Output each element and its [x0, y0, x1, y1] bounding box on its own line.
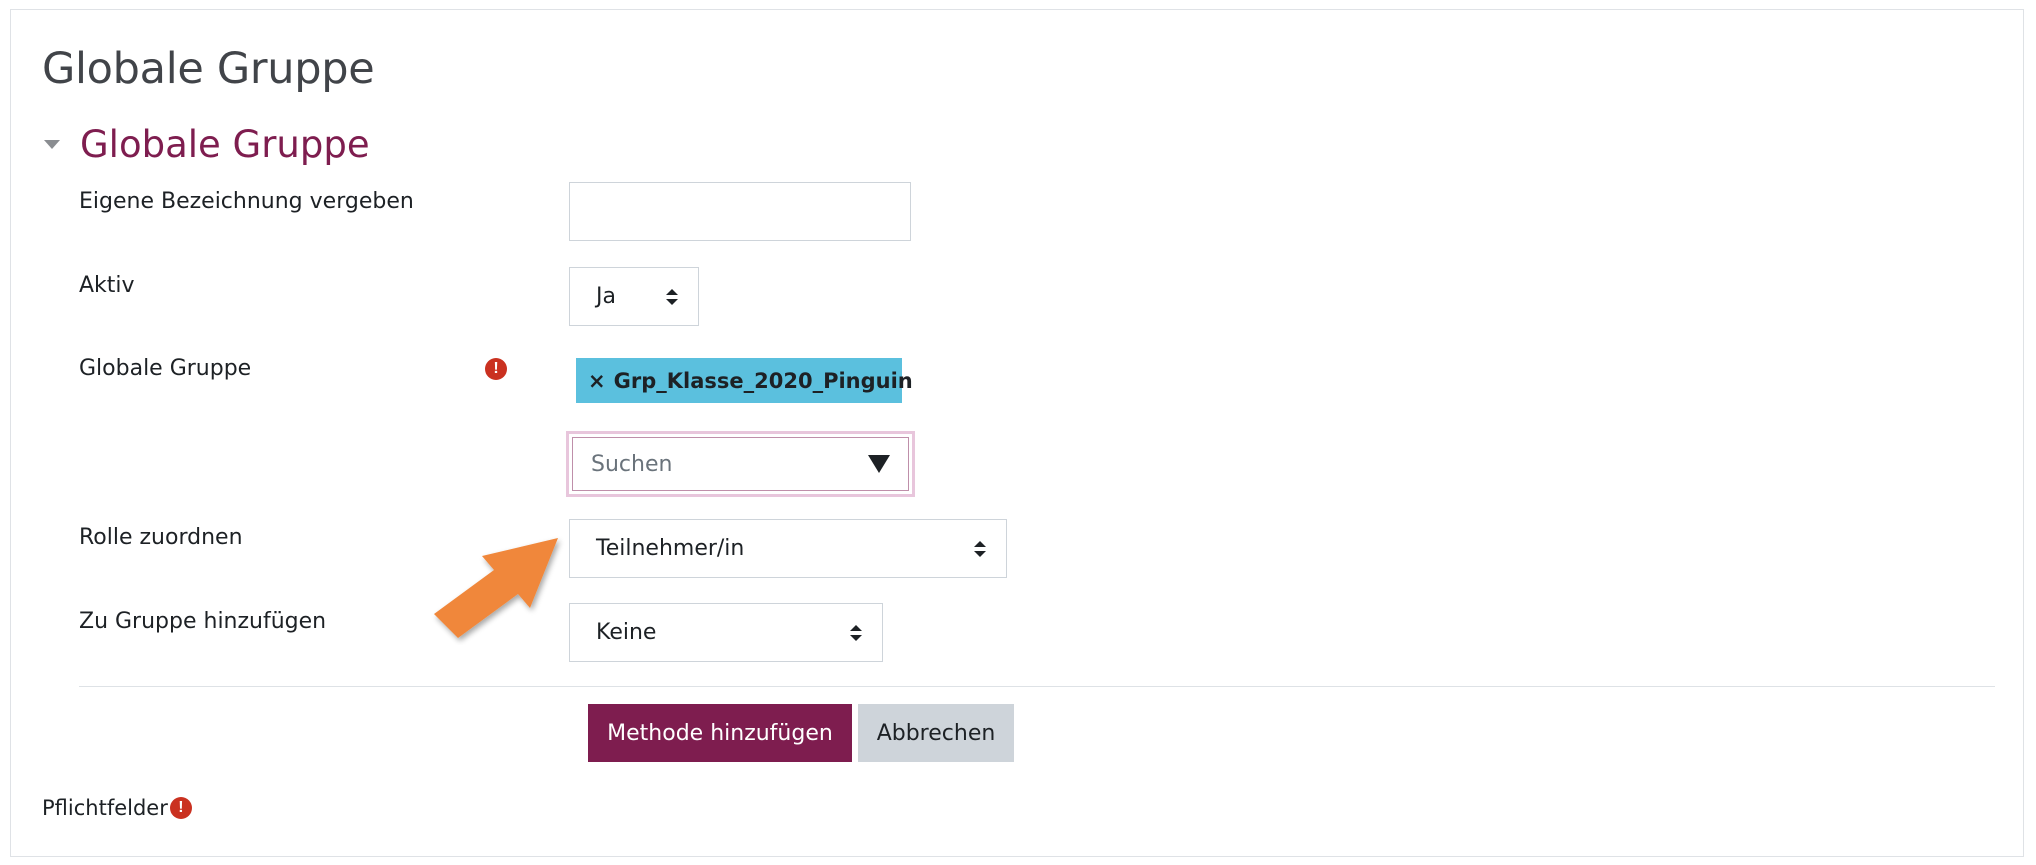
role-select-value: Teilnehmer/in: [596, 536, 745, 561]
selected-group-label: Grp_Klasse_2020_Pinguin: [613, 368, 913, 393]
add-method-button[interactable]: Methode hinzufügen: [588, 704, 852, 762]
form-divider: [79, 686, 1995, 687]
selected-group-tag[interactable]: × Grp_Klasse_2020_Pinguin: [576, 358, 913, 403]
add-to-group-select[interactable]: Keine: [569, 603, 883, 662]
exclamation-circle-icon: !: [169, 797, 192, 819]
sort-updown-icon: [666, 288, 678, 305]
group-search-focus-ring: Suchen: [566, 431, 915, 497]
required-icon: !: [485, 358, 507, 380]
name-input[interactable]: [569, 182, 911, 241]
add-to-group-select-value: Keine: [596, 620, 657, 645]
remove-tag-icon[interactable]: ×: [588, 369, 606, 393]
section-title[interactable]: Globale Gruppe: [80, 123, 370, 166]
cancel-button[interactable]: Abbrechen: [858, 704, 1014, 762]
active-label: Aktiv: [79, 273, 135, 298]
group-search-input[interactable]: Suchen: [572, 437, 909, 491]
search-placeholder: Suchen: [591, 451, 673, 477]
active-select-value: Ja: [596, 284, 616, 309]
sort-updown-icon: [850, 624, 862, 641]
role-label: Rolle zuordnen: [79, 525, 243, 550]
add-to-group-label: Zu Gruppe hinzufügen: [79, 609, 327, 634]
required-fields-label: Pflichtfelder: [42, 796, 168, 820]
sort-updown-icon: [974, 540, 986, 557]
page-title: Globale Gruppe: [42, 44, 375, 94]
active-select[interactable]: Ja: [569, 267, 699, 326]
triangle-down-icon[interactable]: [868, 455, 890, 473]
role-select[interactable]: Teilnehmer/in: [569, 519, 1007, 578]
caret-down-icon[interactable]: [44, 139, 60, 149]
group-label: Globale Gruppe: [79, 356, 252, 381]
orange-arrow-icon: [434, 538, 558, 638]
name-label: Eigene Bezeichnung vergeben: [79, 189, 414, 214]
required-fields-note: Pflichtfelder !: [42, 796, 192, 820]
section-header[interactable]: Globale Gruppe: [42, 118, 370, 170]
